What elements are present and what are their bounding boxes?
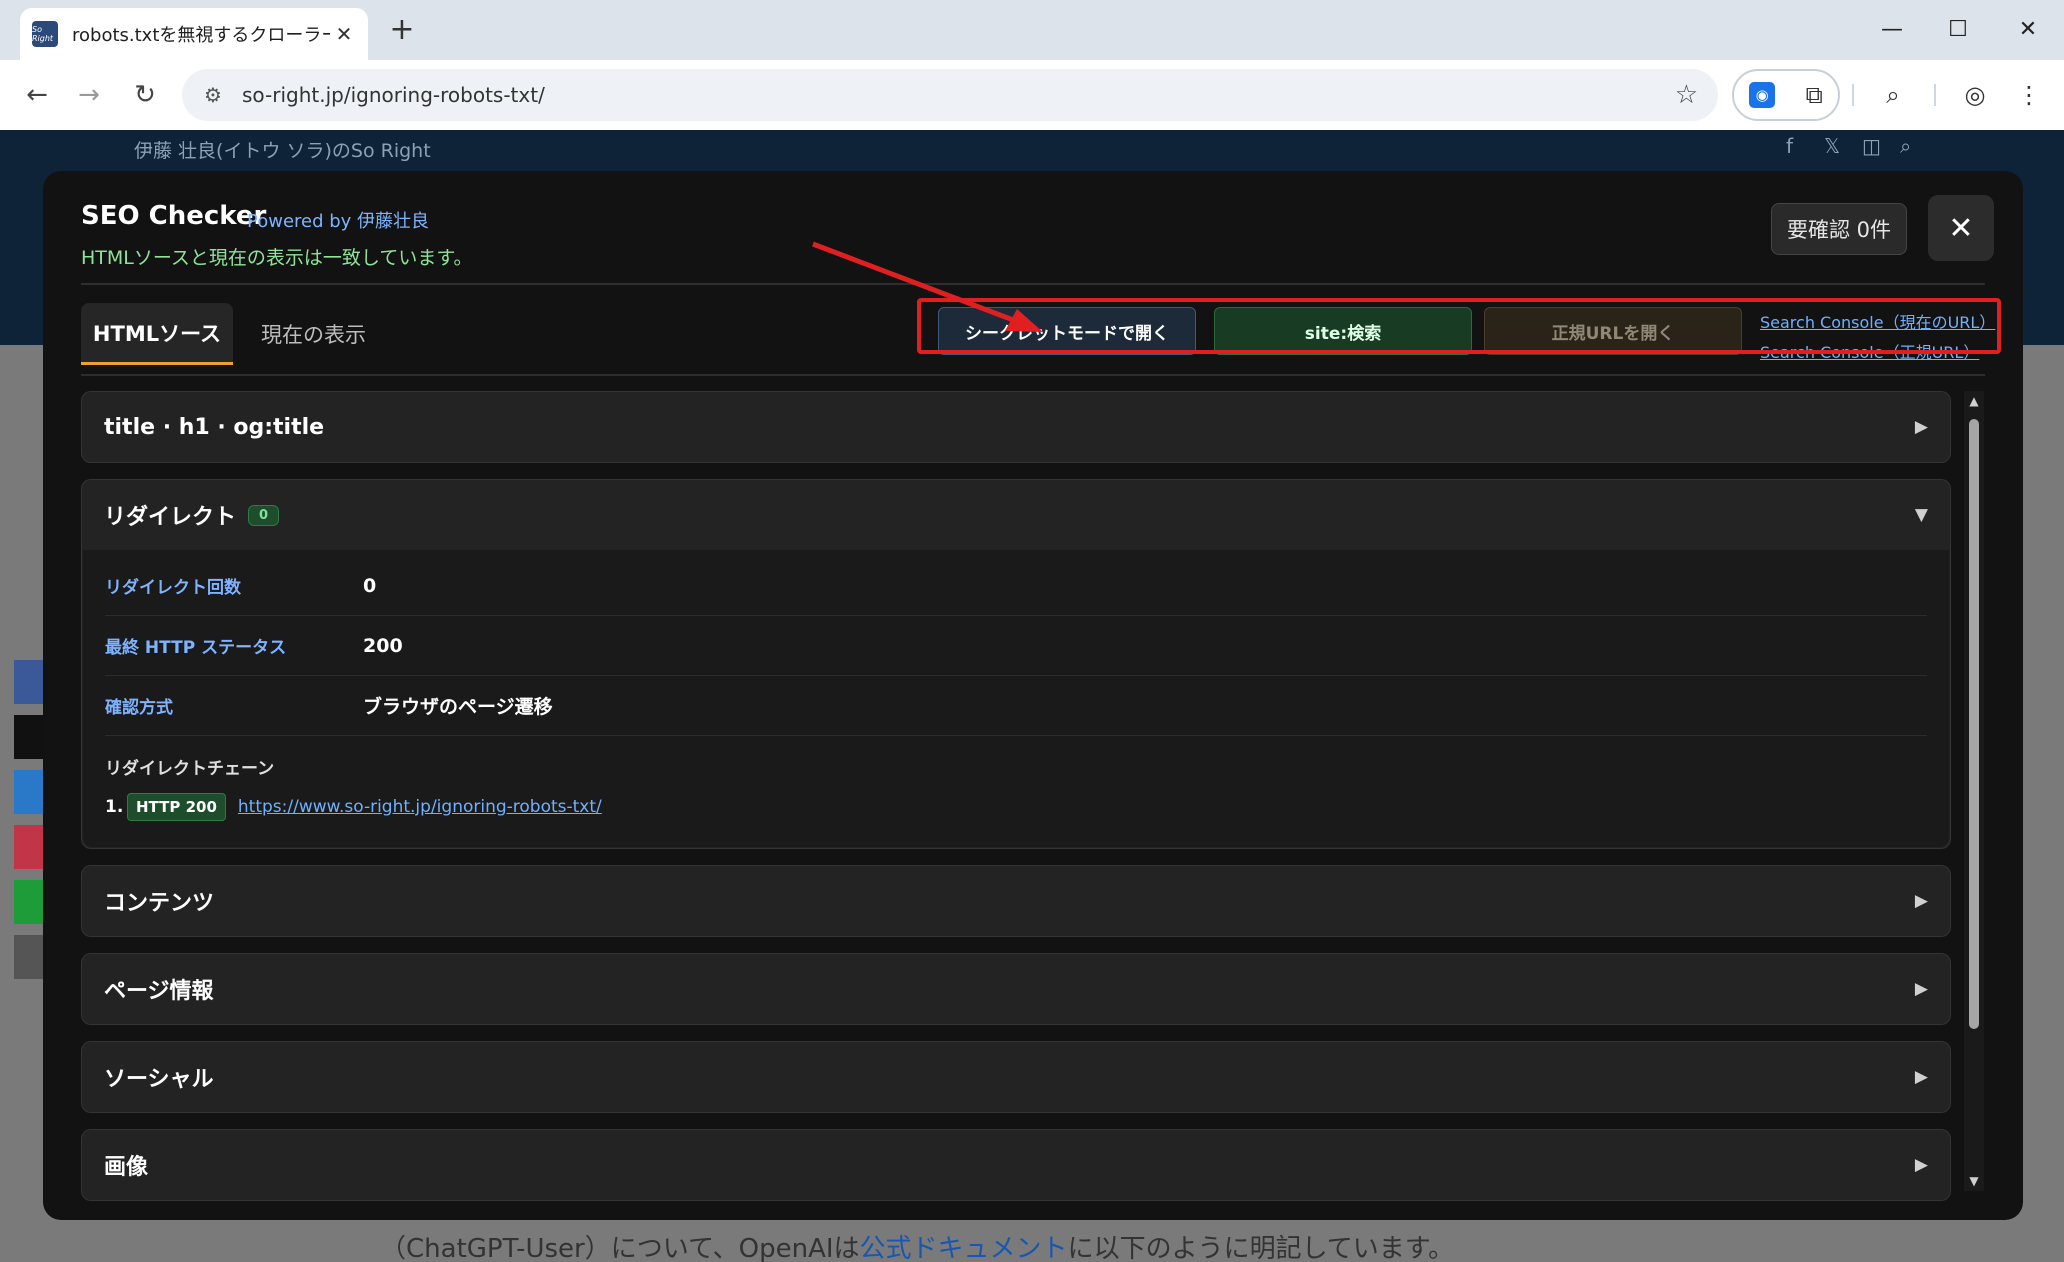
consistency-status: HTMLソースと現在の表示は一致しています。 [81, 247, 473, 269]
header-divider [81, 283, 1985, 285]
toolbar-divider [1934, 84, 1936, 106]
x-icon[interactable]: 𝕏 [1824, 134, 1840, 158]
facebook-icon[interactable]: f [1786, 134, 1793, 158]
sections-scroll-area[interactable]: title · h1 · og:title ▶ リダイレクト 0 ▼ リダイレク… [81, 391, 1951, 1209]
scroll-up-icon[interactable]: ▲ [1967, 395, 1981, 407]
redirect-details: リダイレクト回数 0 最終 HTTP ステータス 200 確認方式 ブラウザのペ… [83, 550, 1949, 847]
expand-arrow-icon[interactable]: ▶ [1915, 891, 1928, 911]
expand-arrow-icon[interactable]: ▶ [1915, 979, 1928, 999]
browser-tab-active[interactable]: So Right robots.txtを無視するクローラーまとめ ✕ [20, 8, 368, 60]
article-text-line: （ChatGPT-User）について、OpenAIは公式ドキュメントに以下のよう… [380, 1234, 1455, 1262]
section-page-info[interactable]: ページ情報 ▶ [81, 953, 1951, 1025]
new-tab-button[interactable]: + [384, 12, 420, 48]
redirect-chain-label: リダイレクトチェーン [105, 759, 275, 779]
expand-arrow-icon[interactable]: ▶ [1915, 1155, 1928, 1175]
chain-url-link[interactable]: https://www.so-right.jp/ignoring-robots-… [238, 797, 602, 817]
article-link[interactable]: 公式ドキュメント [860, 1234, 1068, 1262]
forward-button[interactable]: → [68, 74, 110, 116]
tab-title: robots.txtを無視するクローラーまとめ [72, 25, 330, 46]
search-icon[interactable]: ⌕ [1900, 134, 1911, 158]
instagram-icon[interactable]: ◫ [1862, 134, 1881, 158]
section-title: 画像 [104, 1155, 149, 1180]
check-method-label: 確認方式 [105, 698, 173, 718]
section-social[interactable]: ソーシャル ▶ [81, 1041, 1951, 1113]
seo-checker-extension-icon[interactable]: ◉ [1749, 82, 1776, 108]
section-images[interactable]: 画像 ▶ [81, 1129, 1951, 1201]
review-count-button[interactable]: 要確認 0件 [1771, 203, 1907, 255]
menu-kebab-icon[interactable]: ⋮ [2008, 74, 2050, 116]
reload-button[interactable]: ↻ [124, 74, 166, 116]
panel-title: SEO Checker [81, 201, 267, 231]
window-maximize-button[interactable]: ☐ [1938, 10, 1978, 50]
toolbar-divider [1852, 84, 1854, 106]
back-button[interactable]: ← [16, 74, 58, 116]
table-row: 最終 HTTP ステータス 200 [105, 616, 1927, 676]
section-redirect[interactable]: リダイレクト 0 ▼ リダイレクト回数 0 最終 HTTP ステータス 200 … [81, 479, 1951, 849]
section-title-h1[interactable]: title · h1 · og:title ▶ [81, 391, 1951, 463]
window-minimize-button[interactable]: — [1872, 10, 1912, 50]
chain-index: 1. [105, 797, 124, 817]
browser-tabstrip: So Right robots.txtを無視するクローラーまとめ ✕ + — ☐… [0, 0, 2064, 60]
powered-by-label: Powered by 伊藤壮良 [247, 211, 430, 232]
extensions-group: ◉ ⧉ [1732, 69, 1840, 121]
scroll-down-icon[interactable]: ▼ [1967, 1175, 1981, 1187]
expand-arrow-icon[interactable]: ▶ [1915, 417, 1928, 437]
site-tagline: 伊藤 壮良(イトウ ソラ)のSo Right [134, 140, 431, 162]
redirect-count-badge: 0 [248, 504, 280, 526]
site-info-icon[interactable]: ⚙ [200, 82, 226, 108]
section-title: コンテンツ [104, 891, 215, 916]
extensions-puzzle-icon[interactable]: ⧉ [1806, 81, 1823, 109]
close-panel-button[interactable]: ✕ [1928, 195, 1994, 261]
address-bar[interactable]: ⚙ so-right.jp/ignoring-robots-txt/ ☆ [182, 69, 1718, 121]
check-method-value: ブラウザのページ遷移 [363, 696, 553, 718]
tab-current-view[interactable]: 現在の表示 [261, 303, 366, 365]
window-close-button[interactable]: ✕ [2008, 10, 2048, 50]
section-title: ソーシャル [104, 1067, 214, 1092]
tab-html-source[interactable]: HTMLソース [81, 303, 233, 365]
annotation-highlight-box [917, 298, 2001, 354]
final-status-label: 最終 HTTP ステータス [105, 638, 287, 658]
tab-close-icon[interactable]: ✕ [332, 22, 356, 46]
table-row: 確認方式 ブラウザのページ遷移 [105, 676, 1927, 736]
redirect-count-value: 0 [363, 574, 377, 597]
seo-checker-panel: SEO Checker Powered by 伊藤壮良 HTMLソースと現在の表… [43, 171, 2023, 1220]
list-item: 1. HTTP 200 https://www.so-right.jp/igno… [105, 793, 1927, 821]
section-content[interactable]: コンテンツ ▶ [81, 865, 1951, 937]
section-title: ページ情報 [104, 979, 214, 1004]
table-row: リダイレクト回数 0 [105, 556, 1927, 616]
tabs-divider [81, 374, 1985, 376]
site-favicon-icon: So Right [32, 21, 58, 47]
bookmark-star-icon[interactable]: ☆ [1675, 80, 1698, 110]
url-text[interactable]: so-right.jp/ignoring-robots-txt/ [242, 83, 545, 107]
expand-arrow-icon[interactable]: ▶ [1915, 1067, 1928, 1087]
scrollbar-thumb[interactable] [1969, 419, 1979, 1029]
redirect-count-label: リダイレクト回数 [105, 578, 241, 598]
browser-toolbar: ← → ↻ ⚙ so-right.jp/ignoring-robots-txt/… [0, 60, 2064, 130]
collapse-arrow-icon[interactable]: ▼ [1915, 505, 1928, 525]
panel-scrollbar[interactable]: ▲ ▼ [1964, 391, 1984, 1191]
tab-search-icon[interactable]: ⌕ [1872, 74, 1914, 116]
profile-avatar-icon[interactable]: ◎ [1954, 74, 1996, 116]
http-status-badge: HTTP 200 [127, 793, 226, 821]
section-title: title · h1 · og:title [104, 414, 325, 440]
final-status-value: 200 [363, 634, 403, 657]
section-title: リダイレクト [104, 505, 237, 530]
